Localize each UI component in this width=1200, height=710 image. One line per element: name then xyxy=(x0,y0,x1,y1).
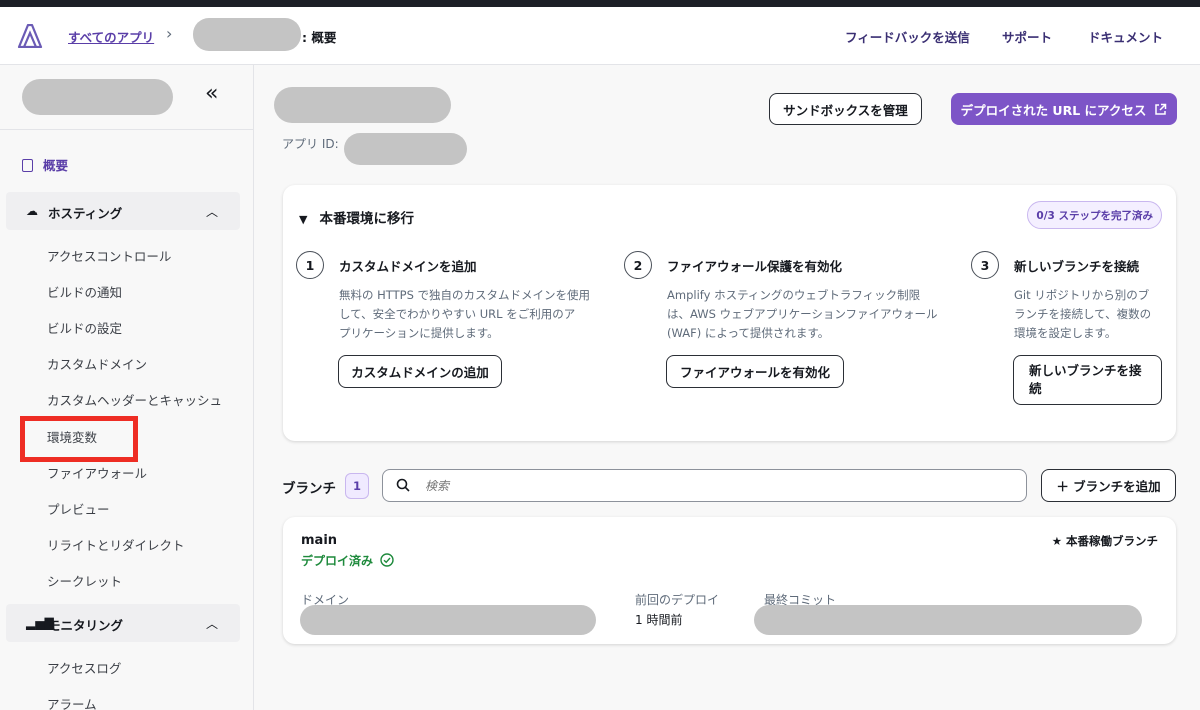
step-desc-line: Amplify ホスティングのウェブトラフィック制限 xyxy=(667,288,921,302)
check-circle-icon xyxy=(380,553,394,567)
step-desc-line: ランチを接続して、複数の xyxy=(1014,307,1152,321)
sidebar-item-firewall[interactable]: ファイアウォール xyxy=(47,463,147,482)
connect-branch-button[interactable]: 新しいブランチを接 続 xyxy=(1013,355,1162,405)
branch-name[interactable]: main xyxy=(301,533,337,548)
branches-title: ブランチ xyxy=(282,481,336,497)
sidebar-item-alarms[interactable]: アラーム xyxy=(47,694,97,710)
step-number-1: 1 xyxy=(296,251,324,279)
step-title-2: ファイアウォール保護を有効化 xyxy=(667,259,843,274)
step-title-3: 新しいブランチを接続 xyxy=(1014,259,1140,274)
step-desc-line: (WAF) によって提供されます。 xyxy=(667,326,830,340)
step-desc-line: は、AWS ウェブアプリケーションファイアウォール xyxy=(667,307,938,321)
enable-firewall-button[interactable]: ファイアウォールを有効化 xyxy=(666,355,844,388)
chevron-up-icon: ︿ xyxy=(205,205,218,219)
migrate-card-title[interactable]: ▼ 本番環境に移行 xyxy=(299,207,414,227)
redacted-domain xyxy=(300,605,596,635)
sidebar-group-hosting[interactable]: ☁ ホスティング ︿ xyxy=(6,192,240,230)
feedback-link[interactable]: フィードバックを送信 xyxy=(845,27,970,46)
sidebar-header: « xyxy=(0,65,253,130)
highlight-box xyxy=(20,416,138,462)
branch-card: main デプロイ済み ★ 本番稼働ブランチ ドメイン 前回のデプロイ 1 時間… xyxy=(283,517,1176,644)
sidebar-item-build-notifications[interactable]: ビルドの通知 xyxy=(47,282,122,301)
add-custom-domain-button[interactable]: カスタムドメインの追加 xyxy=(338,355,502,388)
breadcrumb-current: : 概要 xyxy=(302,30,337,45)
progress-badge: 0/3 ステップを完了済み xyxy=(1027,201,1162,229)
visit-deployed-url-button[interactable]: デプロイされた URL にアクセス xyxy=(951,93,1177,125)
step-number-2: 2 xyxy=(624,251,652,279)
sidebar-item-previews[interactable]: プレビュー xyxy=(47,499,110,518)
manage-sandbox-button[interactable]: サンドボックスを管理 xyxy=(769,93,922,125)
breadcrumb-all-apps[interactable]: すべてのアプリ xyxy=(68,27,154,46)
redacted-page-title xyxy=(274,87,451,123)
breadcrumb-separator-icon: › xyxy=(166,24,173,43)
main-content: サンドボックスを管理 デプロイされた URL にアクセス アプリ ID: ▼ 本番… xyxy=(254,65,1200,710)
app-id-label: アプリ ID: xyxy=(282,137,339,151)
step-desc-3: Git リポジトリから別のブ ランチを接続して、複数の 環境を設定します。 xyxy=(1014,286,1164,343)
sidebar-group-monitoring[interactable]: ▂▅▇ モニタリング ︿ xyxy=(6,604,240,642)
sidebar-item-custom-headers[interactable]: カスタムヘッダーとキャッシュ xyxy=(47,390,222,409)
redacted-app-id xyxy=(344,133,467,165)
caret-down-icon: ▼ xyxy=(299,213,308,226)
sidebar-item-access-logs[interactable]: アクセスログ xyxy=(47,658,121,677)
sidebar-item-custom-domains[interactable]: カスタムドメイン xyxy=(47,354,147,373)
deploy-status-label: デプロイ済み xyxy=(301,554,374,568)
deploy-status: デプロイ済み xyxy=(301,552,394,569)
sidebar-item-overview[interactable]: 概要 xyxy=(22,155,68,174)
sidebar-item-access-control[interactable]: アクセスコントロール xyxy=(47,246,171,265)
branch-search[interactable] xyxy=(382,469,1027,502)
redacted-app-title xyxy=(22,79,173,115)
collapse-sidebar-icon[interactable]: « xyxy=(205,81,218,106)
step-desc-2: Amplify ホスティングのウェブトラフィック制限 は、AWS ウェブアプリケ… xyxy=(667,286,967,343)
visit-deployed-url-label: デプロイされた URL にアクセス xyxy=(960,102,1147,118)
branch-search-input[interactable] xyxy=(425,476,1005,496)
cloud-icon: ☁ xyxy=(26,204,38,218)
migrate-card-title-label: 本番環境に移行 xyxy=(319,211,414,227)
top-bar: すべてのアプリ › : 概要 フィードバックを送信 サポート ドキュメント xyxy=(0,7,1200,65)
docs-link[interactable]: ドキュメント xyxy=(1088,27,1163,46)
document-icon xyxy=(22,159,33,172)
step-number-3: 3 xyxy=(971,251,999,279)
sidebar-item-overview-label: 概要 xyxy=(43,158,69,173)
step-title-1: カスタムドメインを追加 xyxy=(339,259,477,274)
support-link[interactable]: サポート xyxy=(1002,27,1052,46)
last-deploy-value: 1 時間前 xyxy=(635,613,683,627)
top-strip xyxy=(0,0,1200,7)
add-branch-button[interactable]: ＋ ブランチを追加 xyxy=(1041,469,1176,502)
sidebar: « 概要 ☁ ホスティング ︿ アクセスコントロール ビルドの通知 ビルドの設定… xyxy=(0,65,254,710)
sidebar-item-build-settings[interactable]: ビルドの設定 xyxy=(47,318,122,337)
search-icon xyxy=(396,478,410,492)
step-desc-line: 環境を設定します。 xyxy=(1014,326,1117,340)
sidebar-group-monitoring-label: モニタリング xyxy=(48,618,124,633)
step-desc-line: 無料の HTTPS で独自のカスタムドメインを使用 xyxy=(339,288,591,302)
amplify-logo-icon[interactable] xyxy=(17,24,43,48)
sidebar-group-hosting-label: ホスティング xyxy=(48,206,123,221)
connect-branch-button-line: 続 xyxy=(1029,381,1042,396)
connect-branch-button-line: 新しいブランチを接 xyxy=(1029,363,1142,378)
migrate-production-card: ▼ 本番環境に移行 0/3 ステップを完了済み 1 カスタムドメインを追加 無料の… xyxy=(283,185,1176,441)
step-desc-line: プリケーションに提供します。 xyxy=(339,326,499,340)
last-deploy-label: 前回のデプロイ xyxy=(635,593,720,607)
step-desc-line: Git リポジトリから別のブ xyxy=(1014,288,1150,302)
branch-count-badge: 1 xyxy=(345,473,369,499)
redacted-app-name xyxy=(193,18,301,51)
step-desc-line: して、安全でわかりやすい URL をご利用のア xyxy=(339,307,576,321)
redacted-commit xyxy=(754,605,1142,635)
external-link-icon xyxy=(1155,103,1167,115)
sidebar-item-secrets[interactable]: シークレット xyxy=(47,571,122,590)
sidebar-item-rewrites[interactable]: リライトとリダイレクト xyxy=(47,535,185,554)
step-desc-1: 無料の HTTPS で独自のカスタムドメインを使用 して、安全でわかりやすい U… xyxy=(339,286,629,343)
chevron-up-icon: ︿ xyxy=(205,617,218,631)
production-branch-label: ★ 本番稼働ブランチ xyxy=(1051,534,1158,548)
